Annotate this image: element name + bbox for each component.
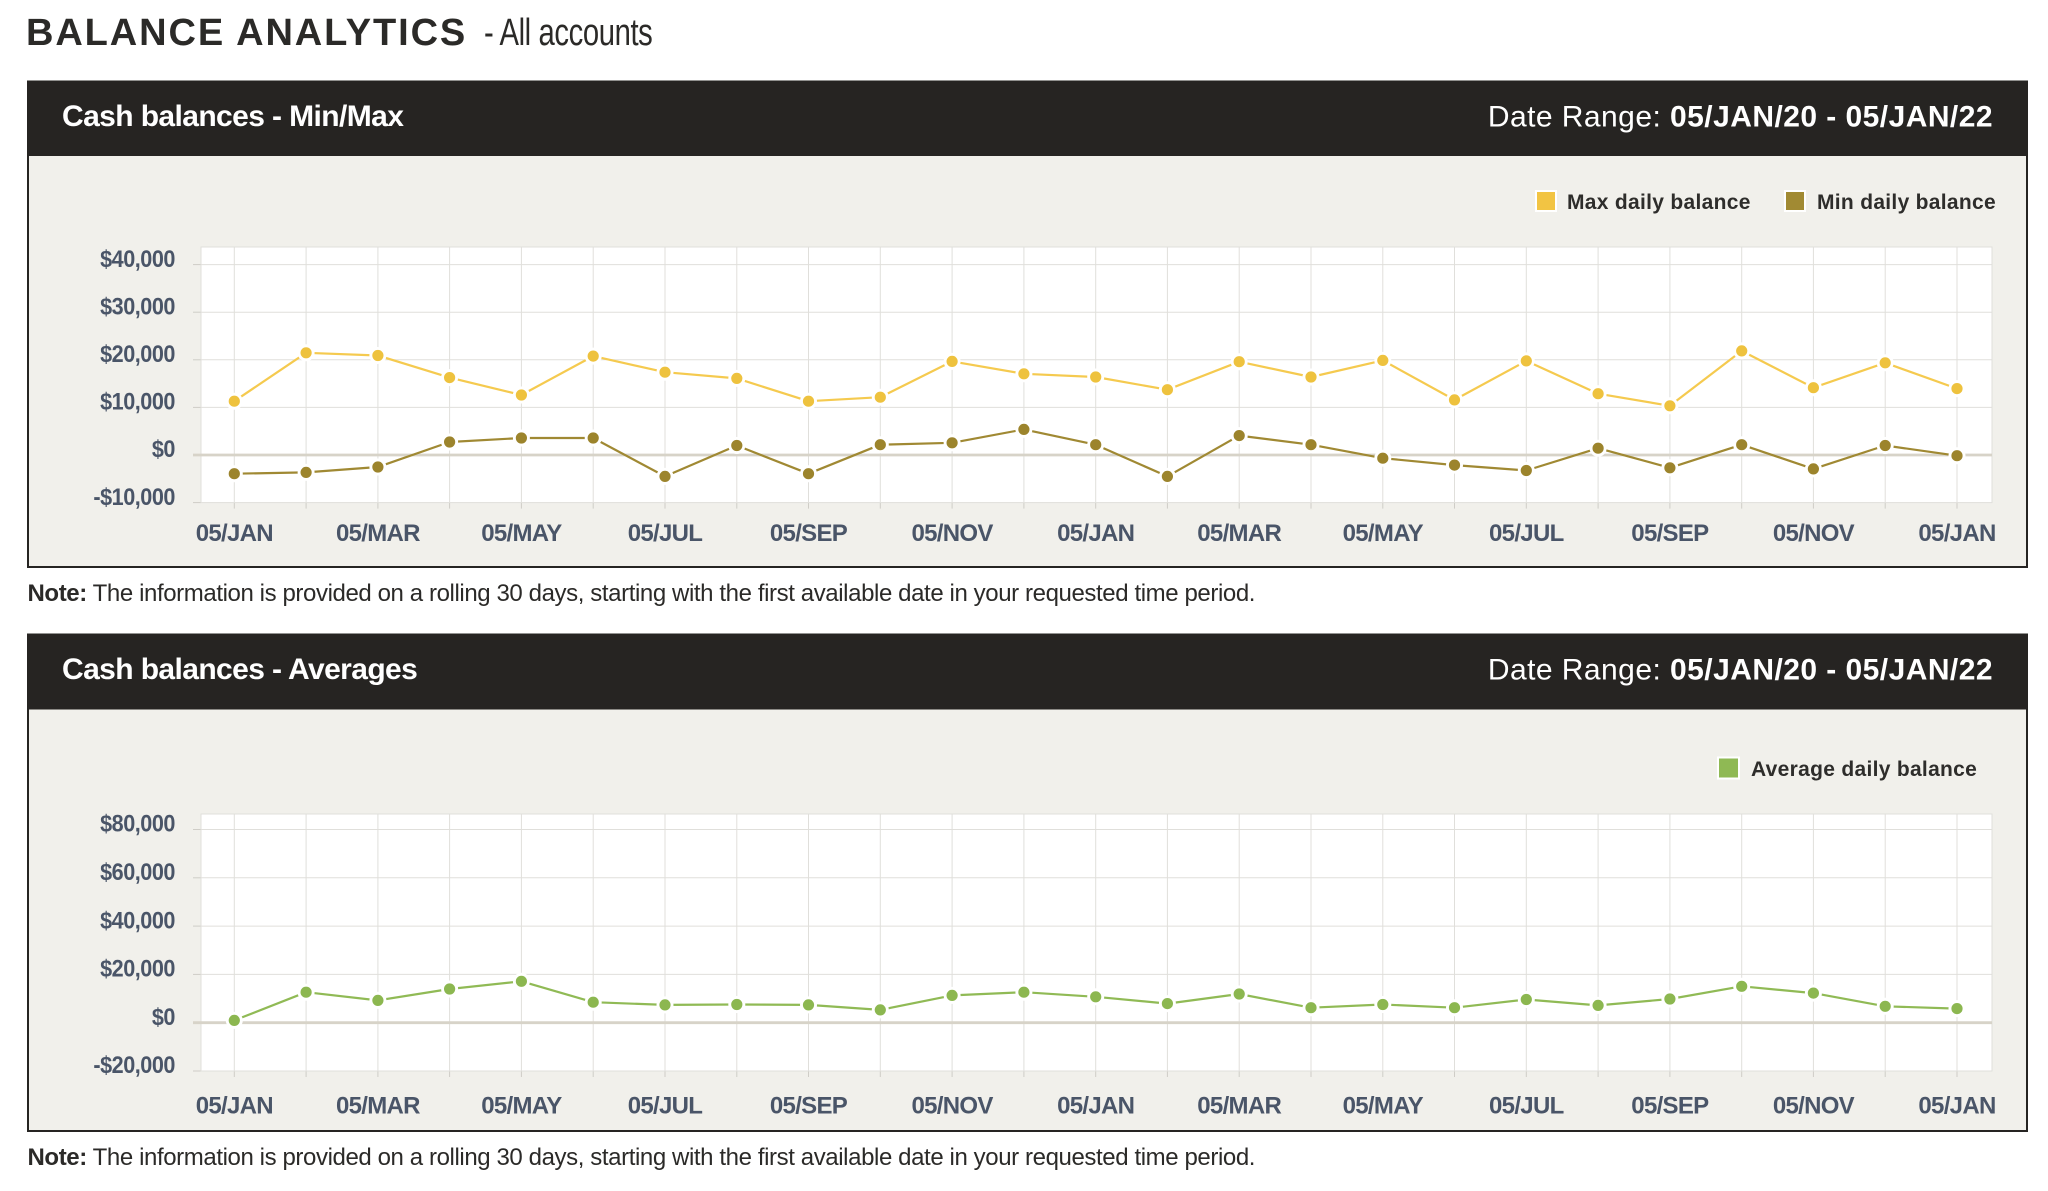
svg-text:05/JUL: 05/JUL: [628, 1093, 703, 1120]
svg-text:05/JUL: 05/JUL: [1489, 520, 1564, 547]
svg-text:05/NOV: 05/NOV: [1773, 1093, 1855, 1120]
svg-text:05/MAY: 05/MAY: [1343, 1093, 1424, 1120]
svg-text:$60,000: $60,000: [100, 858, 175, 885]
svg-text:05/JUL: 05/JUL: [628, 520, 703, 547]
svg-text:05/NOV: 05/NOV: [1773, 520, 1855, 547]
svg-text:05/JAN: 05/JAN: [196, 520, 273, 547]
svg-text:-$10,000: -$10,000: [93, 483, 175, 510]
svg-text:-$20,000: -$20,000: [93, 1051, 175, 1078]
svg-text:05/MAR: 05/MAR: [1197, 520, 1281, 547]
svg-text:05/MAR: 05/MAR: [336, 1093, 420, 1120]
svg-text:05/JAN: 05/JAN: [1918, 1093, 1995, 1120]
svg-text:Cash balances - Averages: Cash balances - Averages: [62, 653, 417, 686]
svg-text:05/NOV: 05/NOV: [912, 1093, 994, 1120]
svg-text:05/JAN: 05/JAN: [1918, 520, 1995, 547]
svg-text:05/JAN: 05/JAN: [1057, 520, 1134, 547]
svg-text:Date Range: 05/JAN/20 - 05/JAN: Date Range: 05/JAN/20 - 05/JAN/22: [1488, 101, 1993, 134]
svg-text:$40,000: $40,000: [100, 245, 175, 272]
svg-text:05/SEP: 05/SEP: [770, 1093, 848, 1120]
svg-text:Average daily balance: Average daily balance: [1751, 758, 1977, 781]
svg-text:05/JAN: 05/JAN: [1057, 1093, 1134, 1120]
svg-text:Cash balances - Min/Max: Cash balances - Min/Max: [62, 100, 404, 133]
svg-text:$40,000: $40,000: [100, 906, 175, 933]
svg-text:05/SEP: 05/SEP: [1631, 520, 1709, 547]
svg-text:05/MAR: 05/MAR: [336, 520, 420, 547]
svg-text:$80,000: $80,000: [100, 810, 175, 837]
svg-text:$30,000: $30,000: [100, 292, 175, 319]
svg-text:05/MAY: 05/MAY: [1343, 520, 1424, 547]
svg-text:$0: $0: [152, 1003, 175, 1030]
svg-text:$0: $0: [152, 435, 175, 462]
svg-text:05/JUL: 05/JUL: [1489, 1093, 1564, 1120]
svg-text:05/NOV: 05/NOV: [912, 520, 994, 547]
svg-text:05/SEP: 05/SEP: [770, 520, 848, 547]
svg-text:05/SEP: 05/SEP: [1631, 1093, 1709, 1120]
svg-text:05/MAY: 05/MAY: [481, 520, 562, 547]
svg-text:$20,000: $20,000: [100, 955, 175, 982]
svg-text:Max daily balance: Max daily balance: [1567, 191, 1751, 214]
svg-text:Date Range: 05/JAN/20 - 05/JAN: Date Range: 05/JAN/20 - 05/JAN/22: [1488, 654, 1993, 687]
svg-text:$10,000: $10,000: [100, 388, 175, 415]
svg-text:$20,000: $20,000: [100, 340, 175, 367]
svg-text:Min daily balance: Min daily balance: [1817, 191, 1996, 214]
svg-text:05/MAR: 05/MAR: [1197, 1093, 1281, 1120]
svg-text:05/MAY: 05/MAY: [481, 1093, 562, 1120]
svg-text:05/JAN: 05/JAN: [196, 1093, 273, 1120]
